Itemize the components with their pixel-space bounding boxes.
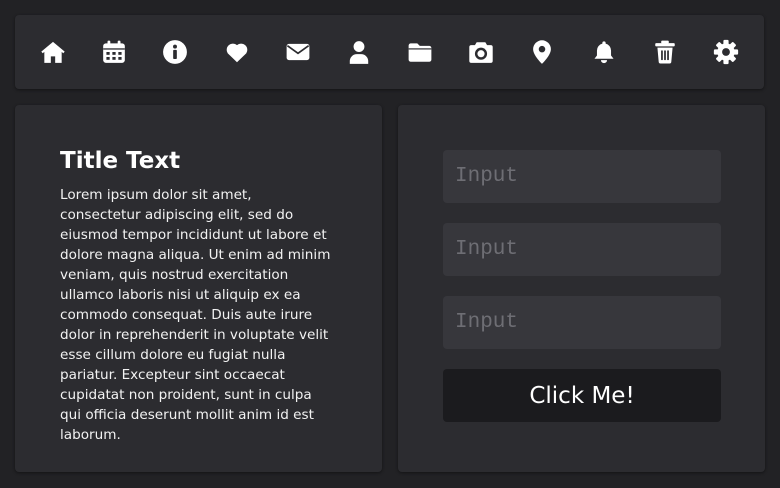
home-icon[interactable]: [39, 38, 67, 66]
location-pin-icon[interactable]: [528, 38, 556, 66]
body-paragraph: Lorem ipsum dolor sit amet, consectetur …: [60, 187, 331, 443]
heart-icon[interactable]: [223, 38, 251, 66]
gear-icon[interactable]: [712, 38, 740, 66]
click-me-button[interactable]: Click Me!: [443, 369, 721, 422]
folder-icon[interactable]: [406, 38, 434, 66]
input-field-1[interactable]: [443, 150, 721, 203]
camera-icon[interactable]: [467, 38, 495, 66]
user-icon[interactable]: [345, 38, 373, 66]
input-field-3[interactable]: [443, 296, 721, 349]
calendar-icon[interactable]: [100, 38, 128, 66]
bell-icon[interactable]: [590, 38, 618, 66]
mail-icon[interactable]: [284, 38, 312, 66]
input-field-2[interactable]: [443, 223, 721, 276]
title-text: Title Text: [60, 148, 181, 174]
form-panel: Click Me!: [398, 105, 765, 472]
text-panel: Title Text Lorem ipsum dolor sit amet, c…: [15, 105, 382, 472]
trash-icon[interactable]: [651, 38, 679, 66]
icon-toolbar: [15, 15, 764, 89]
info-icon[interactable]: [161, 38, 189, 66]
